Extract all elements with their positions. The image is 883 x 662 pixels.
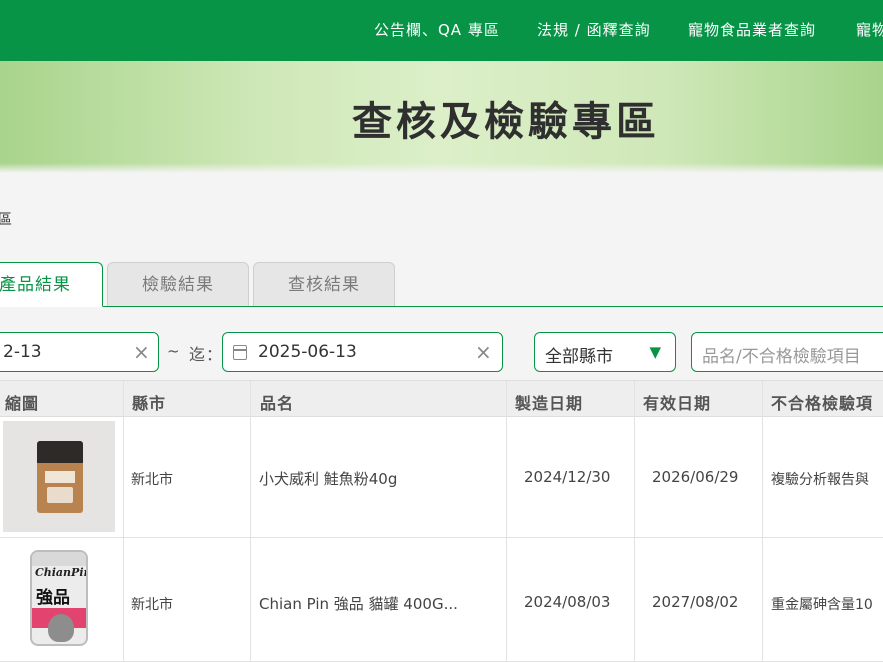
nav-item-pets[interactable]: 寵物 (856, 19, 883, 40)
tab-inspection-results[interactable]: 檢驗結果 (107, 262, 249, 307)
column-divider (123, 381, 124, 416)
header-failed-item: 不合格檢驗項 (771, 394, 874, 413)
search-placeholder: 品名/不合格檢驗項目 (702, 347, 861, 367)
header-expiry-date: 有效日期 (643, 394, 712, 413)
cell-county: 新北市 (131, 597, 173, 613)
breadcrumb[interactable]: 專區 (0, 209, 12, 229)
cell-product-name[interactable]: Chian Pin 強品 貓罐 400G... (259, 593, 458, 614)
county-select[interactable]: 全部縣市 ▼ (534, 332, 676, 372)
header-manufacture-date: 製造日期 (515, 394, 584, 413)
column-divider (506, 417, 507, 537)
column-divider (762, 538, 763, 661)
start-date-field[interactable]: 2-13 × (0, 332, 159, 372)
can-product-mark: 強品 (36, 588, 70, 608)
header-product-name: 品名 (260, 394, 295, 413)
column-divider (123, 538, 124, 661)
start-date-value: 2-13 (3, 342, 42, 362)
column-divider (250, 381, 251, 416)
chevron-down-icon: ▼ (649, 343, 661, 361)
tab-divider (0, 306, 883, 307)
nav-item-announcements[interactable]: 公告欄、QA 專區 (374, 19, 500, 40)
until-label: 迄： (189, 345, 224, 364)
column-divider (762, 381, 763, 416)
column-divider (634, 417, 635, 537)
cell-failed-item: 重金屬砷含量10 (771, 597, 873, 613)
hero-banner: 查核及檢驗專區 (0, 61, 883, 173)
county-select-value: 全部縣市 (545, 347, 613, 367)
table-row[interactable]: ChianPin 強品 新北市 Chian Pin 強品 貓罐 400G... … (0, 538, 883, 662)
end-date-field[interactable]: 2025-06-13 × (222, 332, 503, 372)
close-icon[interactable]: × (133, 340, 150, 364)
cell-expiry-date: 2027/08/02 (652, 593, 739, 611)
top-navigation: 公告欄、QA 專區 法規 / 函釋查詢 寵物食品業者查詢 寵物 (0, 0, 883, 61)
pouch-picture (47, 487, 73, 503)
can-brand-logo: ChianPin (35, 566, 88, 579)
column-divider (250, 417, 251, 537)
product-thumbnail[interactable]: ChianPin 強品 (30, 550, 88, 646)
tab-product-results[interactable]: 產品結果 (0, 262, 103, 307)
header-county: 縣市 (132, 394, 167, 413)
table-header: 縮圖 縣市 品名 製造日期 有效日期 不合格檢驗項 (0, 380, 883, 417)
pouch-label (45, 471, 75, 483)
close-icon[interactable]: × (475, 340, 492, 364)
calendar-icon (233, 345, 247, 360)
pouch-top-band (37, 441, 83, 463)
column-divider (123, 417, 124, 537)
column-divider (762, 417, 763, 537)
product-thumbnail[interactable] (3, 421, 115, 532)
end-date-value: 2025-06-13 (258, 342, 357, 362)
column-divider (250, 538, 251, 661)
column-divider (634, 538, 635, 661)
can-lid (32, 552, 86, 566)
nav-item-business-lookup[interactable]: 寵物食品業者查詢 (688, 19, 816, 40)
column-divider (506, 381, 507, 416)
can-cat-picture (48, 614, 74, 642)
header-thumbnail: 縮圖 (5, 394, 40, 413)
search-input[interactable]: 品名/不合格檢驗項目 (691, 332, 883, 372)
column-divider (634, 381, 635, 416)
column-divider (506, 538, 507, 661)
cell-expiry-date: 2026/06/29 (652, 468, 739, 486)
cell-manufacture-date: 2024/08/03 (524, 593, 611, 611)
page-title: 查核及檢驗專區 (352, 99, 660, 145)
cell-county: 新北市 (131, 472, 173, 488)
tab-audit-results[interactable]: 查核結果 (253, 262, 395, 307)
table-row[interactable]: 新北市 小犬威利 鮭魚粉40g 2024/12/30 2026/06/29 複驗… (0, 417, 883, 538)
results-table: 縮圖 縣市 品名 製造日期 有效日期 不合格檢驗項 新北市 小犬威利 鮭魚粉40… (0, 380, 883, 662)
cell-failed-item: 複驗分析報告與 (771, 472, 869, 488)
date-range-tilde: ~ (167, 342, 180, 360)
product-pouch-image (37, 441, 83, 513)
cell-manufacture-date: 2024/12/30 (524, 468, 611, 486)
cell-product-name[interactable]: 小犬威利 鮭魚粉40g (259, 468, 397, 489)
nav-item-regulations[interactable]: 法規 / 函釋查詢 (537, 19, 651, 40)
